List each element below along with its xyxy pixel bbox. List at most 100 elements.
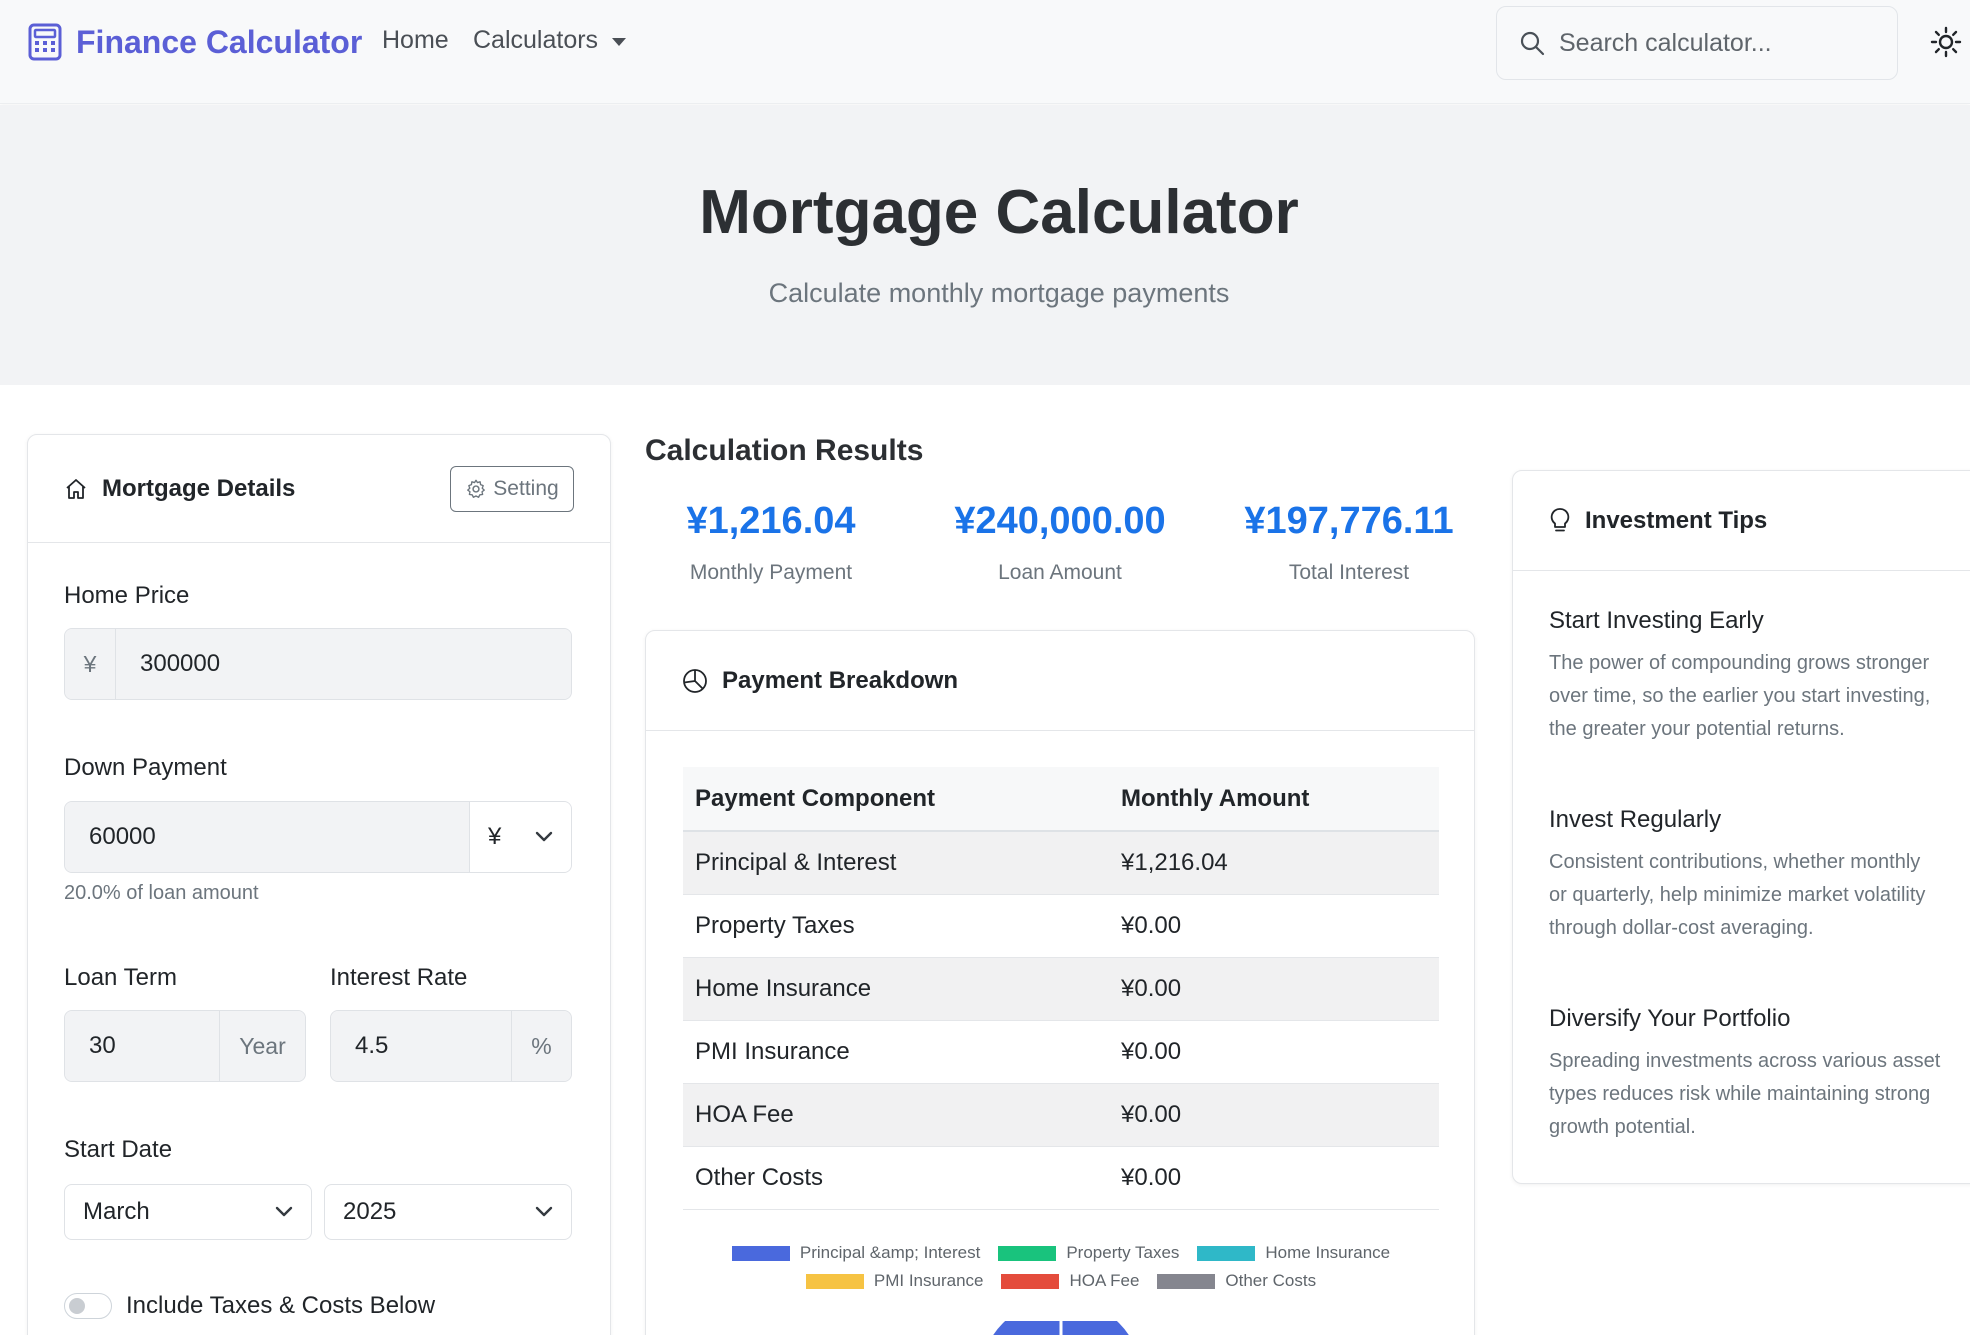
caret-down-icon [612, 37, 627, 46]
legend-item[interactable]: HOA Fee [1001, 1271, 1139, 1291]
setting-button[interactable]: Setting [450, 466, 574, 512]
metric-value: ¥1,216.04 [686, 500, 856, 542]
investment-tips-title: Investment Tips [1585, 506, 1768, 534]
down-payment-label: Down Payment [64, 754, 227, 781]
sun-icon[interactable] [1930, 26, 1962, 58]
nav-home[interactable]: Home [382, 26, 449, 55]
legend-item[interactable]: Property Taxes [998, 1243, 1179, 1263]
down-payment-input[interactable]: 60000 [65, 802, 469, 872]
tip-title: Invest Regularly [1549, 806, 1722, 833]
page-title: Mortgage Calculator [699, 178, 1299, 247]
table-cell: ¥1,216.04 [1109, 831, 1439, 895]
loan-term-input[interactable]: 30 [65, 1011, 219, 1081]
legend-label: HOA Fee [1069, 1271, 1140, 1290]
home-price-label: Home Price [64, 582, 190, 609]
lightbulb-icon [1550, 507, 1570, 531]
legend-swatch [805, 1273, 864, 1289]
metric-value: ¥197,776.11 [1244, 500, 1454, 542]
search-input[interactable] [1559, 28, 1879, 58]
chevron-down-icon [535, 831, 553, 842]
payment-breakdown-header: Payment Breakdown [646, 631, 1474, 731]
legend-label: Property Taxes [1066, 1243, 1180, 1262]
interest-rate-input[interactable]: 4.5 [331, 1011, 511, 1081]
legend-item[interactable]: Principal &amp; Interest [731, 1243, 981, 1263]
start-year-select[interactable]: 2025 [324, 1184, 572, 1240]
interest-rate-unit: % [511, 1011, 571, 1081]
table-header-row: Payment Component Monthly Amount [683, 767, 1439, 832]
metric-loan-amount: ¥240,000.00 Loan Amount [910, 500, 1210, 585]
brand-name: Finance Calculator [76, 23, 363, 60]
table-row: Principal & Interest ¥1,216.04 [683, 831, 1439, 895]
legend-item[interactable]: Home Insurance [1197, 1243, 1390, 1263]
table-row: Property Taxes ¥0.00 [683, 894, 1439, 958]
table-cell: PMI Insurance [683, 1020, 1109, 1084]
include-taxes-switch[interactable] [64, 1293, 112, 1319]
home-price-group: ¥ 300000 [64, 628, 572, 700]
legend-label: Other Costs [1225, 1271, 1317, 1290]
navbar: Finance Calculator Home Calculators [0, 0, 1970, 104]
include-taxes-row: Include Taxes & Costs Below [64, 1292, 435, 1320]
legend-swatch [1001, 1273, 1060, 1289]
home-icon [66, 478, 86, 499]
table-cell: ¥0.00 [1109, 957, 1439, 1021]
investment-tips-header: Investment Tips [1513, 471, 1970, 571]
payment-breakdown-title: Payment Breakdown [722, 666, 959, 694]
nav-calculators-label: Calculators [473, 26, 599, 54]
metric-label: Loan Amount [998, 561, 1122, 584]
tip-title: Diversify Your Portfolio [1549, 1005, 1791, 1032]
breakdown-table: Payment Component Monthly Amount Princip… [683, 767, 1439, 1210]
metric-total-interest: ¥197,776.11 Total Interest [1199, 500, 1499, 585]
loan-term-unit: Year [219, 1011, 305, 1081]
legend-swatch [1157, 1273, 1216, 1289]
table-row: HOA Fee ¥0.00 [683, 1083, 1439, 1147]
gear-icon [467, 479, 486, 498]
legend-item[interactable]: Other Costs [1157, 1271, 1316, 1291]
start-month-select[interactable]: March [64, 1184, 312, 1240]
legend-label: PMI Insurance [873, 1271, 984, 1290]
legend-item[interactable]: PMI Insurance [805, 1271, 984, 1291]
interest-rate-group: 4.5 % [330, 1010, 572, 1082]
legend-label: Home Insurance [1265, 1243, 1391, 1262]
mortgage-details-title: Mortgage Details [102, 474, 296, 502]
start-date-label: Start Date [64, 1136, 173, 1163]
start-year-value: 2025 [343, 1198, 397, 1225]
chevron-down-icon [275, 1206, 293, 1217]
chart-legend: Principal &amp; Interest Property Taxes … [646, 1243, 1476, 1291]
tip-item: Start Investing Early The power of compo… [1549, 607, 1941, 746]
calculator-icon [28, 23, 62, 61]
down-payment-helper: 20.0% of loan amount [64, 882, 259, 904]
table-cell: Home Insurance [683, 957, 1109, 1021]
metric-label: Total Interest [1288, 561, 1410, 584]
table-cell: Principal & Interest [683, 831, 1109, 895]
loan-term-label: Loan Term [64, 964, 177, 991]
legend-label: Principal &amp; Interest [799, 1243, 981, 1262]
legend-swatch [998, 1245, 1057, 1261]
pie-chart-top [993, 1321, 1129, 1335]
table-row: Home Insurance ¥0.00 [683, 957, 1439, 1021]
down-payment-unit-select[interactable]: ¥ [469, 802, 571, 872]
hero-section: Mortgage Calculator Calculate monthly mo… [0, 105, 1970, 385]
tip-title: Start Investing Early [1549, 607, 1764, 634]
metric-monthly-payment: ¥1,216.04 Monthly Payment [621, 500, 921, 585]
tip-text: Consistent contributions, whether monthl… [1549, 851, 1926, 939]
table-row: Other Costs ¥0.00 [683, 1146, 1439, 1210]
down-payment-unit: ¥ [488, 823, 502, 850]
table-cell: ¥0.00 [1109, 1083, 1439, 1147]
brand-link[interactable]: Finance Calculator [28, 22, 362, 62]
nav-calculators-dropdown[interactable]: Calculators [473, 26, 627, 55]
tip-item: Diversify Your Portfolio Spreading inves… [1549, 1005, 1941, 1144]
metric-label: Monthly Payment [689, 561, 853, 584]
column-header: Payment Component [683, 767, 1109, 832]
interest-rate-label: Interest Rate [330, 964, 468, 991]
table-cell: ¥0.00 [1109, 894, 1439, 958]
payment-breakdown-card: Payment Breakdown Payment Component Mont… [645, 630, 1475, 1335]
search-box[interactable] [1496, 6, 1898, 80]
home-price-input[interactable]: 300000 [115, 629, 571, 699]
table-cell: HOA Fee [683, 1083, 1109, 1147]
legend-swatch [731, 1245, 790, 1261]
metric-value: ¥240,000.00 [954, 500, 1166, 542]
loan-term-group: 30 Year [64, 1010, 306, 1082]
tip-text: The power of compounding grows stronger … [1549, 652, 1931, 740]
home-price-currency: ¥ [65, 629, 115, 699]
search-icon [1520, 31, 1545, 56]
